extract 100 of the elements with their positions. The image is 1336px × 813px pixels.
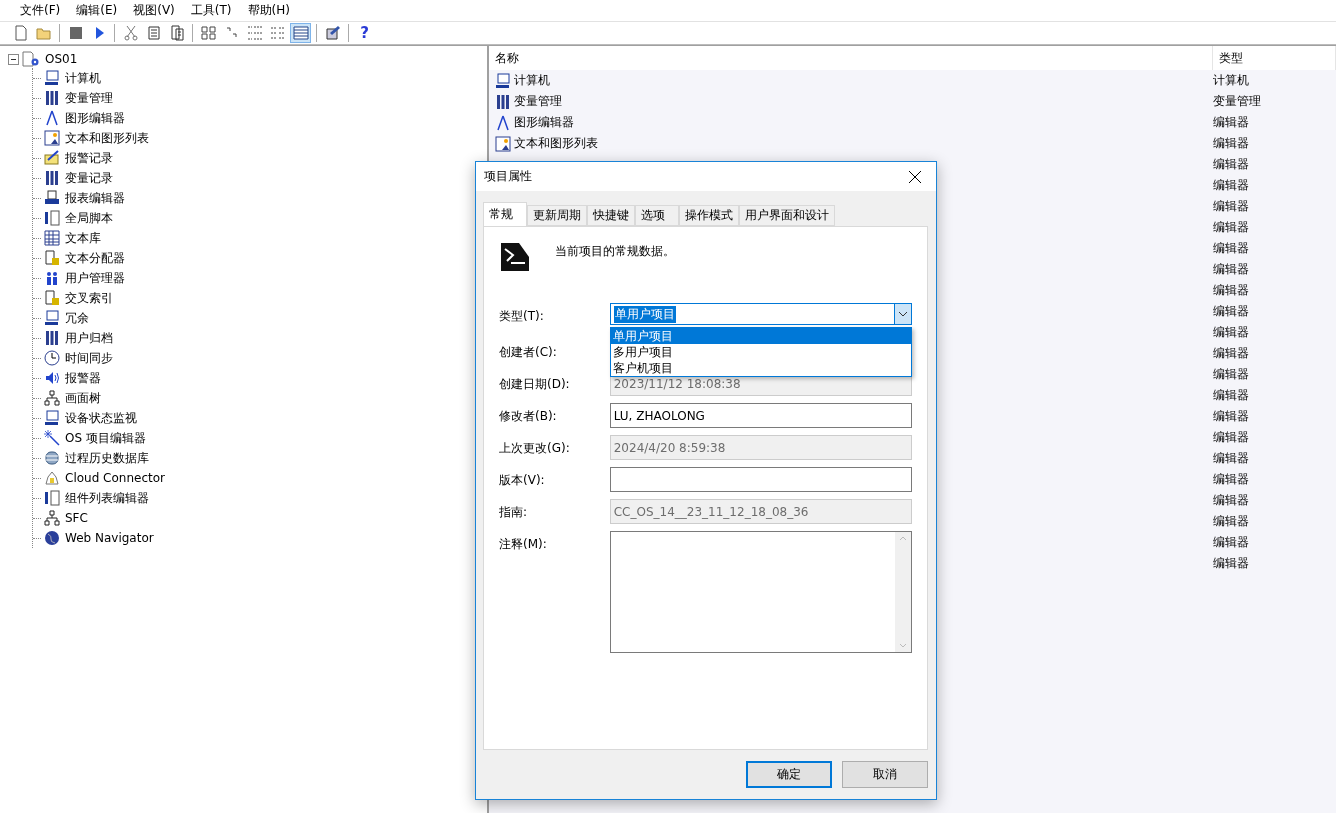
tree-item[interactable]: 文本库: [63, 229, 103, 247]
tree-item[interactable]: Cloud Connector: [63, 471, 167, 485]
type-cell-text: 编辑器: [1212, 534, 1249, 551]
dropdown-button[interactable]: [894, 304, 911, 324]
tiles-view-icon: [269, 25, 286, 41]
list-item-name[interactable]: 文本和图形列表: [514, 135, 598, 152]
tree-item[interactable]: 文本分配器: [63, 249, 127, 267]
type-cell-text: 编辑器: [1212, 303, 1249, 320]
tree-item[interactable]: 报警器: [63, 369, 103, 387]
tree-item[interactable]: 计算机: [63, 69, 103, 87]
column-header[interactable]: 名称: [489, 46, 1213, 70]
dropdown-option[interactable]: 单用户项目: [611, 328, 911, 344]
dropdown-option[interactable]: 多用户项目: [611, 344, 911, 360]
tab[interactable]: 常规: [483, 202, 527, 226]
cloud-icon: [44, 470, 60, 486]
tab[interactable]: 选项: [635, 205, 679, 226]
help-button[interactable]: ?: [354, 23, 375, 43]
list-item-name[interactable]: 变量管理: [514, 93, 562, 110]
tree-item[interactable]: 变量管理: [63, 89, 115, 107]
columns-icon: [44, 330, 60, 346]
picture-list-icon: [44, 130, 60, 146]
users-icon: [44, 270, 60, 286]
type-cell-text: 编辑器: [1212, 555, 1249, 572]
type-cell-text: 编辑器: [1212, 261, 1249, 278]
tree-item[interactable]: 设备状态监视: [63, 409, 139, 427]
menu-item[interactable]: 工具(T): [182, 2, 240, 19]
tree-item[interactable]: 用户归档: [63, 329, 115, 347]
column-header[interactable]: 类型: [1213, 46, 1336, 70]
tree-item[interactable]: 画面树: [63, 389, 103, 407]
copy-icon: [145, 25, 162, 41]
paste-icon: [168, 25, 185, 41]
tree-item[interactable]: OS01: [43, 52, 80, 66]
monitor-icon: [44, 70, 60, 86]
tree-item[interactable]: 文本和图形列表: [63, 129, 151, 147]
collapse-icon[interactable]: [8, 53, 19, 65]
compass-icon: [44, 110, 60, 126]
type-cell-text: 编辑器: [1212, 450, 1249, 467]
menu-item[interactable]: 帮助(H): [239, 2, 298, 19]
tree-item[interactable]: Web Navigator: [63, 531, 156, 545]
tree-item[interactable]: 交叉索引: [63, 289, 115, 307]
type-dropdown[interactable]: 单用户项目: [610, 303, 912, 325]
ok-button[interactable]: 确定: [746, 761, 832, 788]
field-label: 上次更改(G):: [499, 440, 571, 457]
field-label: 注释(M):: [499, 536, 548, 553]
type-cell-text: 编辑器: [1212, 177, 1249, 194]
tree-item[interactable]: 时间同步: [63, 349, 115, 367]
list-item-name[interactable]: 图形编辑器: [514, 114, 574, 131]
text-field[interactable]: LU, ZHAOLONG: [609, 403, 912, 428]
table-icon: [44, 230, 60, 246]
type-cell-text: 计算机: [1212, 72, 1249, 89]
menu-item[interactable]: 编辑(E): [68, 2, 126, 19]
type-cell-text: 变量管理: [1212, 93, 1261, 110]
picture-list-icon: [495, 135, 511, 152]
printer-icon: [44, 190, 60, 206]
script-icon: [44, 490, 60, 506]
tab[interactable]: 更新周期: [527, 205, 587, 226]
toolbar-button[interactable]: [198, 23, 219, 43]
tree-item[interactable]: 报警记录: [63, 149, 115, 167]
dropdown-option[interactable]: 客户机项目: [611, 360, 911, 376]
tree-item[interactable]: 全局脚本: [63, 209, 115, 227]
tree-item[interactable]: 图形编辑器: [63, 109, 127, 127]
toolbar-button[interactable]: [290, 23, 311, 43]
type-cell-text: 编辑器: [1212, 156, 1249, 173]
tab[interactable]: 操作模式: [679, 205, 739, 226]
text-field[interactable]: [609, 467, 912, 492]
document-icon: [44, 250, 60, 266]
field-label: 创建日期(D):: [499, 376, 571, 393]
tree-item[interactable]: OS 项目编辑器: [63, 429, 148, 447]
tab[interactable]: 用户界面和设计: [739, 205, 835, 226]
type-cell-text: 编辑器: [1212, 324, 1249, 341]
type-cell-text: 编辑器: [1212, 387, 1249, 404]
cancel-button[interactable]: 取消: [842, 761, 928, 788]
comment-field[interactable]: [609, 531, 912, 653]
menu-item[interactable]: 文件(F): [12, 2, 69, 19]
hierarchy-icon: [44, 390, 60, 406]
field-label: 创建者(C):: [499, 344, 558, 361]
tree-item[interactable]: 冗余: [63, 309, 91, 327]
details-view-icon: [292, 25, 309, 41]
tab[interactable]: 快捷键: [587, 205, 635, 226]
dialog-title: 项目属性: [484, 168, 532, 185]
tree-item[interactable]: 变量记录: [63, 169, 115, 187]
description-text: 当前项目的常规数据。: [555, 243, 675, 260]
tree-item[interactable]: 过程历史数据库: [63, 449, 151, 467]
tree-item[interactable]: 报表编辑器: [63, 189, 127, 207]
columns-icon: [44, 90, 60, 106]
list-item-name[interactable]: 计算机: [514, 72, 550, 89]
document-icon: [44, 290, 60, 306]
database-icon: [44, 450, 60, 466]
tree-item[interactable]: 用户管理器: [63, 269, 127, 287]
menu-item[interactable]: 视图(V): [125, 2, 183, 19]
columns-icon: [44, 170, 60, 186]
tree-item[interactable]: SFC: [63, 511, 90, 525]
monitor-icon: [495, 72, 511, 89]
tree-item[interactable]: 组件列表编辑器: [63, 489, 151, 507]
compass-icon: [495, 114, 511, 131]
type-cell-text: 编辑器: [1212, 219, 1249, 236]
type-cell-text: 编辑器: [1212, 513, 1249, 530]
type-cell-text: 编辑器: [1212, 408, 1249, 425]
field-label: 版本(V):: [499, 472, 546, 489]
project-icon: [22, 51, 40, 67]
